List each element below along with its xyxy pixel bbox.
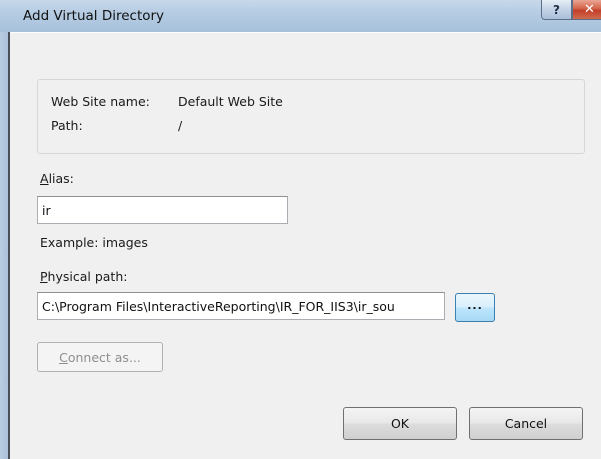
cancel-button[interactable]: Cancel — [469, 407, 583, 440]
cancel-button-label: Cancel — [504, 416, 548, 431]
physical-path-label-text: hysical path: — [47, 269, 128, 284]
site-info-group: Web Site name: Default Web Site Path: / — [37, 79, 585, 154]
physical-path-label-hotkey: P — [40, 269, 48, 284]
site-name-value: Default Web Site — [178, 94, 283, 109]
alias-input[interactable] — [37, 196, 288, 224]
close-icon: ✕ — [584, 2, 595, 17]
site-name-label: Web Site name: — [51, 94, 150, 109]
alias-label-text: lias: — [48, 171, 74, 186]
alias-label: Alias: — [40, 171, 74, 186]
browse-button-label: ... — [467, 299, 483, 312]
physical-path-label: Physical path: — [40, 269, 127, 284]
browse-button[interactable]: ... — [455, 293, 495, 322]
connect-as-label: Connect as... — [59, 350, 141, 365]
title-bar[interactable]: Add Virtual Directory ? ✕ — [0, 0, 601, 33]
path-label: Path: — [51, 118, 83, 133]
help-button[interactable]: ? — [541, 0, 572, 20]
ok-button-label: OK — [390, 416, 410, 431]
close-button[interactable]: ✕ — [572, 0, 601, 20]
connect-as-label-hotkey: C — [59, 349, 68, 365]
path-value: / — [178, 118, 183, 133]
physical-path-input[interactable] — [37, 292, 445, 320]
alias-label-hotkey: A — [40, 171, 49, 186]
connect-as-button[interactable]: Connect as... — [37, 342, 163, 372]
help-icon: ? — [553, 2, 560, 17]
alias-example-text: Example: images — [40, 235, 148, 250]
window-title: Add Virtual Directory — [23, 8, 165, 24]
connect-as-label-text: onnect as... — [67, 349, 141, 365]
ok-button[interactable]: OK — [343, 407, 457, 440]
